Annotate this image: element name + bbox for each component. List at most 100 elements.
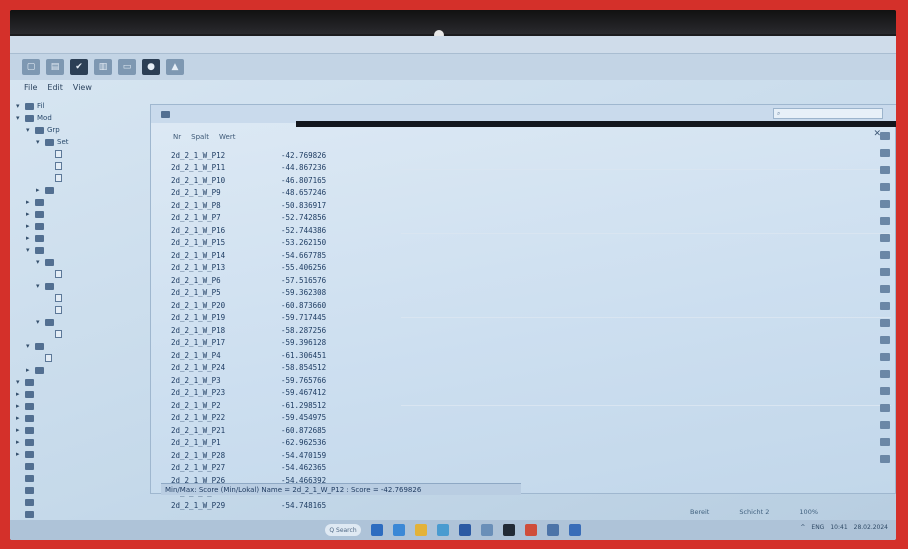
tree-item[interactable]: ▾ (16, 376, 166, 388)
table-row[interactable]: 2d_2_1_W_P10 -46.807165 (171, 174, 511, 187)
table-row[interactable]: 2d_2_1_W_P2 -61.298512 (171, 399, 511, 412)
table-row[interactable]: 2d_2_1_W_P15 -53.262150 (171, 237, 511, 250)
tree-toggle-icon[interactable]: ▾ (36, 318, 42, 326)
table-row[interactable]: 2d_2_1_W_P12 -42.769826 (171, 149, 511, 162)
column-header-value[interactable]: Wert (219, 133, 235, 145)
table-row[interactable]: 2d_2_1_W_P9 -48.657246 (171, 187, 511, 200)
tree-item[interactable]: ▾ (16, 340, 166, 352)
rail-tool-icon[interactable] (880, 387, 890, 395)
rail-tool-icon[interactable] (880, 149, 890, 157)
tree-toggle-icon[interactable]: ▸ (26, 234, 32, 242)
tree-toggle-icon[interactable]: ▾ (26, 126, 32, 134)
tree-toggle-icon[interactable]: ▸ (16, 402, 22, 410)
taskbar-app-icon[interactable] (437, 524, 449, 536)
chart-icon[interactable]: ▲ (166, 59, 184, 75)
taskbar-app-icon[interactable] (481, 524, 493, 536)
tray-clock[interactable]: 10:41 (830, 524, 847, 531)
tree-item[interactable] (16, 160, 166, 172)
taskbar-app-icon[interactable] (547, 524, 559, 536)
tree-toggle-icon[interactable]: ▸ (26, 366, 32, 374)
tree-item[interactable] (16, 352, 166, 364)
table-row[interactable]: 2d_2_1_W_P14 -54.667785 (171, 249, 511, 262)
tree-toggle-icon[interactable]: ▸ (16, 426, 22, 434)
table-row[interactable]: 2d_2_1_W_P17 -59.396128 (171, 337, 511, 350)
menu-view[interactable]: View (73, 83, 92, 92)
table-row[interactable]: 2d_2_1_W_P13 -55.406256 (171, 262, 511, 275)
tree-item[interactable]: ▸ (16, 424, 166, 436)
rail-tool-icon[interactable] (880, 268, 890, 276)
table-row[interactable]: 2d_2_1_W_P20 -60.873660 (171, 299, 511, 312)
table-row[interactable]: 2d_2_1_W_P16 -52.744386 (171, 224, 511, 237)
tree-toggle-icon[interactable]: ▾ (36, 282, 42, 290)
rail-tool-icon[interactable] (880, 336, 890, 344)
taskbar-search[interactable]: Q Search (325, 524, 361, 536)
menu-edit[interactable]: Edit (47, 83, 63, 92)
tree-item[interactable]: ▾ (16, 244, 166, 256)
rail-tool-icon[interactable] (880, 438, 890, 446)
tree-item[interactable]: ▾ Set (16, 136, 166, 148)
table-row[interactable]: 2d_2_1_W_P8 -50.836917 (171, 199, 511, 212)
tree-item[interactable] (16, 304, 166, 316)
menu-file[interactable]: File (24, 83, 37, 92)
dialog-search-input[interactable]: ⌕ (773, 108, 883, 119)
new-file-icon[interactable]: ▢ (22, 59, 40, 75)
tree-item[interactable]: ▸ (16, 436, 166, 448)
column-header-nr[interactable]: Nr (173, 133, 181, 145)
tree-item[interactable]: ▾ (16, 316, 166, 328)
tree-item[interactable]: ▾ Fil (16, 100, 166, 112)
tree-toggle-icon[interactable]: ▸ (16, 450, 22, 458)
table-row[interactable]: 2d_2_1_W_P23 -59.467412 (171, 387, 511, 400)
tree-toggle-icon[interactable]: ▸ (36, 186, 42, 194)
rail-tool-icon[interactable] (880, 421, 890, 429)
tree-toggle-icon[interactable]: ▾ (26, 342, 32, 350)
rail-tool-icon[interactable] (880, 302, 890, 310)
tree-toggle-icon[interactable]: ▾ (26, 246, 32, 254)
tree-toggle-icon[interactable]: ▾ (36, 258, 42, 266)
tray-overflow-icon[interactable]: ^ (800, 524, 805, 531)
tree-item[interactable] (16, 148, 166, 160)
tree-item[interactable]: ▸ (16, 208, 166, 220)
tree-toggle-icon[interactable]: ▸ (16, 438, 22, 446)
rail-tool-icon[interactable] (880, 353, 890, 361)
table-row[interactable]: 2d_2_1_W_P4 -61.306451 (171, 349, 511, 362)
table-row[interactable]: 2d_2_1_W_P22 -59.454975 (171, 412, 511, 425)
tree-item[interactable] (16, 508, 166, 520)
table-row[interactable]: 2d_2_1_W_P5 -59.362308 (171, 287, 511, 300)
tree-item[interactable] (16, 172, 166, 184)
tree-item[interactable]: ▾ Mod (16, 112, 166, 124)
tree-toggle-icon[interactable]: ▸ (26, 198, 32, 206)
tree-item[interactable] (16, 460, 166, 472)
window-icon[interactable]: ▭ (118, 59, 136, 75)
tree-item[interactable]: ▸ (16, 232, 166, 244)
tree-item[interactable] (16, 292, 166, 304)
tree-item[interactable] (16, 484, 166, 496)
tree-item[interactable]: ▸ (16, 400, 166, 412)
rail-tool-icon[interactable] (880, 217, 890, 225)
table-row[interactable]: 2d_2_1_W_P24 -58.854512 (171, 362, 511, 375)
tree-item[interactable] (16, 268, 166, 280)
tree-item[interactable]: ▸ (16, 196, 166, 208)
rail-tool-icon[interactable] (880, 455, 890, 463)
rail-tool-icon[interactable] (880, 319, 890, 327)
tree-item[interactable]: ▾ (16, 256, 166, 268)
table-row[interactable]: 2d_2_1_W_P3 -59.765766 (171, 374, 511, 387)
tree-toggle-icon[interactable]: ▾ (36, 138, 42, 146)
tree-item[interactable] (16, 496, 166, 508)
taskbar-app-icon[interactable] (459, 524, 471, 536)
taskbar-app-icon[interactable] (371, 524, 383, 536)
taskbar-app-icon[interactable] (525, 524, 537, 536)
tree-item[interactable]: ▸ (16, 364, 166, 376)
tree-toggle-icon[interactable]: ▾ (16, 102, 22, 110)
table-row[interactable]: 2d_2_1_W_P1 -62.962536 (171, 437, 511, 450)
table-row[interactable]: 2d_2_1_W_P11 -44.867236 (171, 162, 511, 175)
table-row[interactable]: 2d_2_1_W_P21 -60.872685 (171, 424, 511, 437)
tree-item[interactable]: ▸ (16, 184, 166, 196)
print-icon[interactable]: ▥ (94, 59, 112, 75)
rail-tool-icon[interactable] (880, 166, 890, 174)
rail-tool-icon[interactable] (880, 251, 890, 259)
table-row[interactable]: 2d_2_1_W_P6 -57.516576 (171, 274, 511, 287)
rail-tool-icon[interactable] (880, 285, 890, 293)
tree-toggle-icon[interactable]: ▸ (16, 414, 22, 422)
table-row[interactable]: 2d_2_1_W_P7 -52.742856 (171, 212, 511, 225)
tree-item[interactable]: ▾ Grp (16, 124, 166, 136)
